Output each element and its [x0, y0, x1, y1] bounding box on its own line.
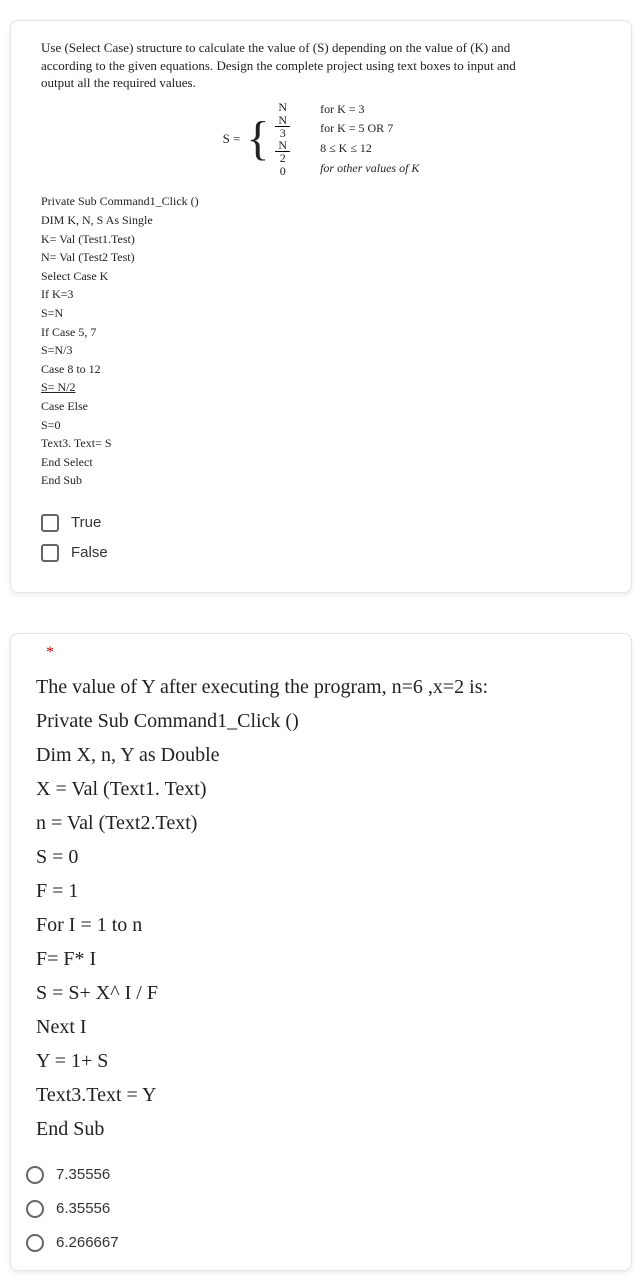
option-label: True [71, 514, 101, 531]
q1-options: True False [41, 508, 601, 568]
eq-left: S = { N N 3 N 2 0 [223, 100, 291, 179]
q2-code-line: X = Val (Text1. Text) [36, 772, 606, 806]
q2-code-line: S = S+ X^ I / F [36, 976, 606, 1010]
q2-option-1[interactable]: 7.35556 [26, 1158, 616, 1192]
q1-code-line: S=0 [41, 416, 601, 435]
q2-option-2[interactable]: 6.35556 [26, 1192, 616, 1226]
q1-option-false[interactable]: False [41, 538, 601, 568]
q1-code-line: S= N/2 [41, 378, 601, 397]
q1-intro-text: Use (Select Case) structure to calculate… [41, 39, 521, 92]
q1-code-line: N= Val (Test2 Test) [41, 248, 601, 267]
q2-code-line: F= F* I [36, 942, 606, 976]
q2-code-line: Private Sub Command1_Click () [36, 704, 606, 738]
q2-code-line: End Sub [36, 1112, 606, 1146]
option-label: 6.35556 [56, 1200, 110, 1217]
case-frac-n2: N 2 [275, 139, 290, 164]
q1-option-true[interactable]: True [41, 508, 601, 538]
q2-code-line: For I = 1 to n [36, 908, 606, 942]
q2-code-line: Text3.Text = Y [36, 1078, 606, 1112]
q2-code-line: S = 0 [36, 840, 606, 874]
q1-code-line: S=N [41, 304, 601, 323]
checkbox-icon[interactable] [41, 544, 59, 562]
q1-code-line: Private Sub Command1_Click () [41, 192, 601, 211]
q1-code-line: DIM K, N, S As Single [41, 211, 601, 230]
radio-icon[interactable] [26, 1166, 44, 1184]
option-label: 7.35556 [56, 1166, 110, 1183]
case-N-1: N [278, 100, 287, 114]
q2-code-line: Y = 1+ S [36, 1044, 606, 1078]
q1-code-line: End Sub [41, 471, 601, 490]
q1-code-line: If K=3 [41, 285, 601, 304]
left-brace: { [246, 115, 269, 163]
q2-options: 7.35556 6.35556 6.266667 [26, 1158, 616, 1260]
eq-conditions: for K = 3 for K = 5 OR 7 8 ≤ K ≤ 12 for … [320, 102, 419, 176]
q1-code-line: Select Case K [41, 267, 601, 286]
q2-code-line: n = Val (Text2.Text) [36, 806, 606, 840]
q1-code-block: Private Sub Command1_Click () DIM K, N, … [41, 192, 601, 490]
q2-code-line: Dim X, n, Y as Double [36, 738, 606, 772]
eq-s-label: S = [223, 131, 241, 147]
question1-card: Use (Select Case) structure to calculate… [10, 20, 632, 593]
q2-code-line: F = 1 [36, 874, 606, 908]
q2-option-3[interactable]: 6.266667 [26, 1226, 616, 1260]
q2-code-line: Next I [36, 1010, 606, 1044]
eq-cases-column: N N 3 N 2 0 [275, 100, 290, 179]
q2-body: The value of Y after executing the progr… [26, 670, 616, 1146]
q1-code-line: K= Val (Test1.Test) [41, 230, 601, 249]
q1-equation: S = { N N 3 N 2 0 for K = 3 for K = 5 OR… [41, 100, 601, 179]
q1-code-line: End Select [41, 453, 601, 472]
case-frac-n3: N 3 [275, 114, 290, 139]
cond-3: 8 ≤ K ≤ 12 [320, 141, 419, 157]
q1-code-line: Case 8 to 12 [41, 360, 601, 379]
q1-code-line: Case Else [41, 397, 601, 416]
q2-prompt: The value of Y after executing the progr… [36, 670, 606, 704]
radio-icon[interactable] [26, 1200, 44, 1218]
q1-code-line: If Case 5, 7 [41, 323, 601, 342]
cond-2: for K = 5 OR 7 [320, 121, 419, 137]
option-label: 6.266667 [56, 1234, 119, 1251]
option-label: False [71, 544, 108, 561]
checkbox-icon[interactable] [41, 514, 59, 532]
required-asterisk: * [46, 644, 616, 662]
frac-den-2: 2 [277, 152, 289, 164]
q1-code-line: Text3. Text= S [41, 434, 601, 453]
case-zero: 0 [280, 164, 286, 178]
cond-4: for other values of K [320, 161, 419, 177]
cond-1: for K = 3 [320, 102, 419, 118]
q1-code-line: S=N/3 [41, 341, 601, 360]
question2-card: * The value of Y after executing the pro… [10, 633, 632, 1271]
radio-icon[interactable] [26, 1234, 44, 1252]
